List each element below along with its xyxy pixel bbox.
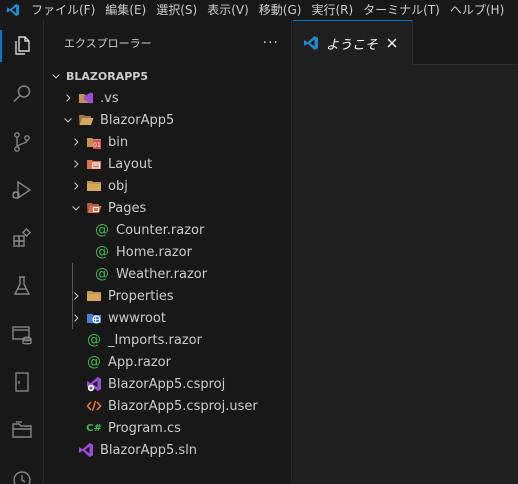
chevron-right-icon <box>68 156 84 172</box>
title-bar: ファイル(F) 編集(E) 選択(S) 表示(V) 移動(G) 実行(R) ター… <box>0 0 518 20</box>
tree-item-imports-razor[interactable]: @ _Imports.razor <box>44 329 291 351</box>
tree-item-label: Weather.razor <box>116 266 208 282</box>
menu-terminal[interactable]: ターミナル(T) <box>358 0 445 20</box>
explorer-sidebar: エクスプローラー ··· BLAZORAPP5 .vs BlazorApp5 0… <box>44 20 292 484</box>
folder-open-icon <box>78 112 94 128</box>
razor-icon: @ <box>87 332 101 348</box>
tree-item-label: Program.cs <box>108 420 181 436</box>
tree-item-label: BlazorApp5.csproj.user <box>108 398 258 414</box>
csharp-icon: C# <box>86 422 102 434</box>
vs-folder-icon <box>78 90 94 106</box>
extensions-icon[interactable] <box>0 216 44 260</box>
tree-item-label: .vs <box>100 90 119 106</box>
chevron-down-icon <box>68 200 84 216</box>
tab-welcome[interactable]: ようこそ <box>293 20 413 65</box>
razor-icon: @ <box>95 222 109 238</box>
workspace-root-header[interactable]: BLAZORAPP5 <box>44 65 291 87</box>
tree-item-wwwroot[interactable]: wwwroot <box>44 307 291 329</box>
vscode-logo-icon <box>303 35 319 51</box>
chevron-down-icon <box>60 112 76 128</box>
tree-item-label: BlazorApp5.csproj <box>108 376 226 392</box>
tree-item-label: Layout <box>108 156 153 172</box>
chevron-right-icon <box>68 310 84 326</box>
bin-folder-icon: 01 <box>86 134 102 150</box>
tree-item-label: BlazorApp5.sln <box>100 442 198 458</box>
more-actions-button[interactable]: ··· <box>263 35 279 51</box>
chevron-down-icon <box>48 68 64 84</box>
tree-item-bin[interactable]: 01 bin <box>44 131 291 153</box>
menu-edit[interactable]: 編集(E) <box>100 0 151 20</box>
csproj-icon <box>86 376 102 392</box>
vscode-logo-icon <box>0 0 26 20</box>
editor-tab-bar: ようこそ <box>293 20 518 65</box>
tree-item-pages[interactable]: Pages <box>44 197 291 219</box>
tree-item-app-razor[interactable]: @ App.razor <box>44 351 291 373</box>
tree-item-blazorapp5-folder[interactable]: BlazorApp5 <box>44 109 291 131</box>
xml-icon <box>86 398 102 414</box>
search-icon[interactable] <box>0 72 44 116</box>
source-control-icon[interactable] <box>0 120 44 164</box>
menu-selection[interactable]: 選択(S) <box>151 0 202 20</box>
tree-item-label: Home.razor <box>116 244 192 260</box>
chevron-right-icon <box>68 134 84 150</box>
svg-text:01: 01 <box>93 142 101 149</box>
sidebar-title: エクスプローラー <box>64 36 152 50</box>
folder-icon <box>86 288 102 304</box>
layout-folder-icon <box>86 156 102 172</box>
tree-item-obj[interactable]: obj <box>44 175 291 197</box>
tree-item-label: Counter.razor <box>116 222 205 238</box>
razor-icon: @ <box>95 266 109 282</box>
tree-item-sln[interactable]: BlazorApp5.sln <box>44 439 291 461</box>
testing-icon[interactable] <box>0 264 44 308</box>
tree-item-program-cs[interactable]: C# Program.cs <box>44 417 291 439</box>
tree-item-label: obj <box>108 178 128 194</box>
run-debug-icon[interactable] <box>0 168 44 212</box>
explorer-icon[interactable] <box>0 24 44 68</box>
menu-help[interactable]: ヘルプ(H) <box>445 0 509 20</box>
menu-go[interactable]: 移動(G) <box>254 0 307 20</box>
tree-item-vs[interactable]: .vs <box>44 87 291 109</box>
chevron-right-icon <box>60 90 76 106</box>
razor-icon: @ <box>95 244 109 260</box>
activity-bar <box>0 20 44 484</box>
razor-icon: @ <box>87 354 101 370</box>
close-icon[interactable] <box>384 35 400 51</box>
workspace-root-label: BLAZORAPP5 <box>66 69 148 83</box>
tree-item-home-razor[interactable]: @ Home.razor <box>44 241 291 263</box>
bookmark-icon[interactable] <box>0 360 44 404</box>
tree-item-label: bin <box>108 134 129 150</box>
tree-item-weather-razor[interactable]: @ Weather.razor <box>44 263 291 285</box>
tree-item-layout[interactable]: Layout <box>44 153 291 175</box>
file-tree: .vs BlazorApp5 01 bin Layout obj Pages @… <box>44 87 291 461</box>
tree-item-counter-razor[interactable]: @ Counter.razor <box>44 219 291 241</box>
tree-item-label: BlazorApp5 <box>100 112 175 128</box>
sidebar-header: エクスプローラー ··· <box>44 20 291 65</box>
tree-item-label: _Imports.razor <box>108 332 202 348</box>
menu-file[interactable]: ファイル(F) <box>26 0 100 20</box>
tree-item-label: Pages <box>108 200 147 216</box>
wwwroot-folder-icon <box>86 310 102 326</box>
tree-item-label: App.razor <box>108 354 171 370</box>
tree-item-label: wwwroot <box>108 310 166 326</box>
tab-label: ようこそ <box>326 37 379 53</box>
editor-area[interactable] <box>293 65 518 484</box>
pages-folder-icon <box>86 200 102 216</box>
tree-item-label: Properties <box>108 288 174 304</box>
folder-icon[interactable] <box>0 408 44 452</box>
menu-view[interactable]: 表示(V) <box>202 0 254 20</box>
chevron-right-icon <box>68 178 84 194</box>
tree-item-csproj[interactable]: BlazorApp5.csproj <box>44 373 291 395</box>
folder-icon <box>86 178 102 194</box>
tree-item-csproj-user[interactable]: BlazorApp5.csproj.user <box>44 395 291 417</box>
solution-icon <box>78 442 94 458</box>
timeline-icon[interactable] <box>0 456 44 484</box>
menu-run[interactable]: 実行(R) <box>306 0 358 20</box>
remote-explorer-icon[interactable] <box>0 312 44 356</box>
chevron-right-icon <box>68 288 84 304</box>
tree-item-properties[interactable]: Properties <box>44 285 291 307</box>
